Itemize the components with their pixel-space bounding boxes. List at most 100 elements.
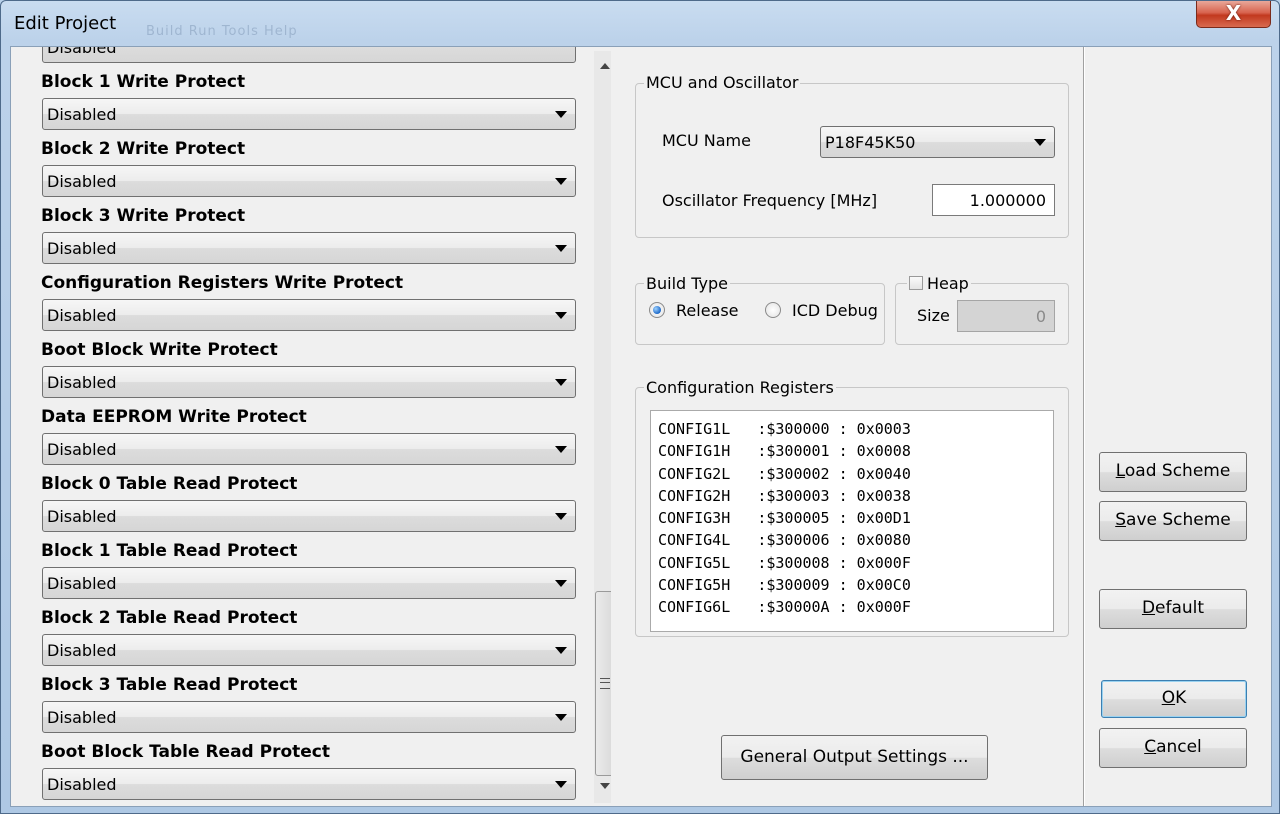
- title-bar[interactable]: Edit Project Build Run Tools Help X: [1, 1, 1279, 45]
- combo-value: Disabled: [47, 47, 117, 57]
- release-label[interactable]: Release: [676, 301, 739, 320]
- label-data-eeprom-write-protect: Data EEPROM Write Protect: [41, 407, 307, 427]
- config-combo-partial[interactable]: Disabled: [42, 47, 576, 63]
- save-scheme-button[interactable]: Save Scheme: [1099, 501, 1247, 541]
- mcu-name-label: MCU Name: [662, 131, 751, 150]
- default-label: efault: [1155, 598, 1205, 618]
- right-column-separator: [1083, 47, 1085, 806]
- combo-block1-table-read-protect[interactable]: Disabled: [42, 567, 576, 599]
- cancel-accel: C: [1144, 737, 1157, 757]
- ok-label: K: [1175, 688, 1187, 708]
- register-line: CONFIG4L :$300006 : 0x0080: [658, 531, 911, 550]
- release-radio[interactable]: [649, 302, 665, 318]
- oscillator-frequency-label: Oscillator Frequency [MHz]: [662, 191, 878, 210]
- register-line: CONFIG6L :$30000A : 0x000F: [658, 598, 911, 617]
- config-registers-title: Configuration Registers: [644, 378, 836, 397]
- grip-icon: [600, 678, 610, 689]
- icd-debug-label[interactable]: ICD Debug: [792, 301, 878, 320]
- general-output-settings-button[interactable]: General Output Settings ...: [721, 735, 988, 780]
- ok-button[interactable]: OK: [1101, 680, 1247, 718]
- combo-value: Disabled: [47, 641, 117, 660]
- combo-value: Disabled: [47, 775, 117, 794]
- register-line: CONFIG2H :$300003 : 0x0038: [658, 486, 911, 505]
- combo-block3-write-protect[interactable]: Disabled: [42, 232, 576, 264]
- mcu-name-select[interactable]: P18F45K50: [820, 126, 1055, 158]
- register-line: CONFIG3H :$300005 : 0x00D1: [658, 509, 911, 528]
- register-line: CONFIG2L :$300002 : 0x0040: [658, 464, 911, 483]
- config-panel-scrollbar[interactable]: [594, 51, 611, 803]
- combo-value: Disabled: [47, 507, 117, 526]
- icd-debug-radio[interactable]: [765, 302, 781, 318]
- label-block2-table-read-protect: Block 2 Table Read Protect: [41, 608, 298, 628]
- label-block1-write-protect: Block 1 Write Protect: [41, 72, 246, 92]
- dropdown-arrow-icon: [555, 111, 567, 118]
- label-block0-table-read-protect: Block 0 Table Read Protect: [41, 474, 298, 494]
- label-block3-table-read-protect: Block 3 Table Read Protect: [41, 675, 298, 695]
- register-line: CONFIG1L :$300000 : 0x0003: [658, 420, 911, 438]
- mcu-oscillator-title: MCU and Oscillator: [644, 73, 801, 92]
- combo-block0-table-read-protect[interactable]: Disabled: [42, 500, 576, 532]
- combo-block3-table-read-protect[interactable]: Disabled: [42, 701, 576, 733]
- combo-value: Disabled: [47, 708, 117, 727]
- dropdown-arrow-icon: [1034, 139, 1046, 146]
- ok-accel: O: [1161, 688, 1176, 708]
- label-block1-table-read-protect: Block 1 Table Read Protect: [41, 541, 298, 561]
- dropdown-arrow-icon: [555, 312, 567, 319]
- cancel-button[interactable]: Cancel: [1099, 728, 1247, 768]
- combo-value: Disabled: [47, 105, 117, 124]
- dialog-client-area: Disabled Block 1 Write Protect Disabled …: [10, 46, 1272, 807]
- dropdown-arrow-icon: [555, 245, 567, 252]
- dropdown-arrow-icon: [555, 379, 567, 386]
- dropdown-arrow-icon: [555, 513, 567, 520]
- combo-value: Disabled: [47, 440, 117, 459]
- combo-block1-write-protect[interactable]: Disabled: [42, 98, 576, 130]
- background-menu-ghost: Build Run Tools Help: [146, 24, 298, 39]
- combo-value: Disabled: [47, 574, 117, 593]
- combo-config-registers-write-protect[interactable]: Disabled: [42, 299, 576, 331]
- dropdown-arrow-icon: [555, 714, 567, 721]
- build-type-title: Build Type: [644, 274, 730, 293]
- label-block3-write-protect: Block 3 Write Protect: [41, 206, 246, 226]
- dropdown-arrow-icon: [555, 647, 567, 654]
- label-block2-write-protect: Block 2 Write Protect: [41, 139, 246, 159]
- combo-block2-write-protect[interactable]: Disabled: [42, 165, 576, 197]
- combo-block2-table-read-protect[interactable]: Disabled: [42, 634, 576, 666]
- register-line: CONFIG1H :$300001 : 0x0008: [658, 442, 911, 461]
- label-config-registers-write-protect: Configuration Registers Write Protect: [41, 273, 404, 293]
- scroll-thumb[interactable]: [595, 591, 611, 776]
- default-button[interactable]: Default: [1099, 589, 1247, 629]
- label-boot-block-write-protect: Boot Block Write Protect: [41, 340, 278, 360]
- mcu-name-value: P18F45K50: [825, 133, 916, 152]
- default-accel: D: [1141, 598, 1156, 618]
- save-scheme-accel: S: [1115, 510, 1127, 530]
- dropdown-arrow-icon: [555, 446, 567, 453]
- combo-value: Disabled: [47, 172, 117, 191]
- cancel-label: ancel: [1156, 737, 1202, 757]
- combo-value: Disabled: [47, 306, 117, 325]
- heap-size-input[interactable]: 0: [957, 300, 1055, 332]
- close-button[interactable]: X: [1196, 1, 1271, 28]
- combo-value: Disabled: [47, 373, 117, 392]
- config-registers-memo[interactable]: CONFIG1L :$300000 : 0x0003 CONFIG1H :$300…: [650, 410, 1054, 632]
- register-line: CONFIG5L :$300008 : 0x000F: [658, 553, 911, 572]
- load-scheme-button[interactable]: Load Scheme: [1099, 452, 1247, 492]
- combo-data-eeprom-write-protect[interactable]: Disabled: [42, 433, 576, 465]
- combo-boot-block-table-read-protect[interactable]: Disabled: [42, 768, 576, 800]
- heap-size-label: Size: [917, 306, 950, 325]
- load-scheme-accel: L: [1115, 461, 1125, 481]
- dropdown-arrow-icon: [555, 178, 567, 185]
- register-line: CONFIG5H :$300009 : 0x00C0: [658, 576, 911, 595]
- oscillator-frequency-input[interactable]: 1.000000: [932, 184, 1055, 216]
- scroll-down-icon[interactable]: [600, 783, 610, 789]
- scroll-up-icon[interactable]: [600, 63, 610, 69]
- save-scheme-label: ave Scheme: [1126, 510, 1231, 530]
- heap-checkbox[interactable]: [909, 276, 923, 290]
- close-icon: X: [1225, 1, 1242, 25]
- combo-value: Disabled: [47, 239, 117, 258]
- config-bits-panel[interactable]: Disabled Block 1 Write Protect Disabled …: [11, 47, 611, 806]
- window-title: Edit Project: [14, 13, 117, 34]
- edit-project-window: Edit Project Build Run Tools Help X Disa…: [0, 0, 1280, 814]
- dropdown-arrow-icon: [555, 781, 567, 788]
- combo-boot-block-write-protect[interactable]: Disabled: [42, 366, 576, 398]
- label-boot-block-table-read-protect: Boot Block Table Read Protect: [41, 742, 331, 762]
